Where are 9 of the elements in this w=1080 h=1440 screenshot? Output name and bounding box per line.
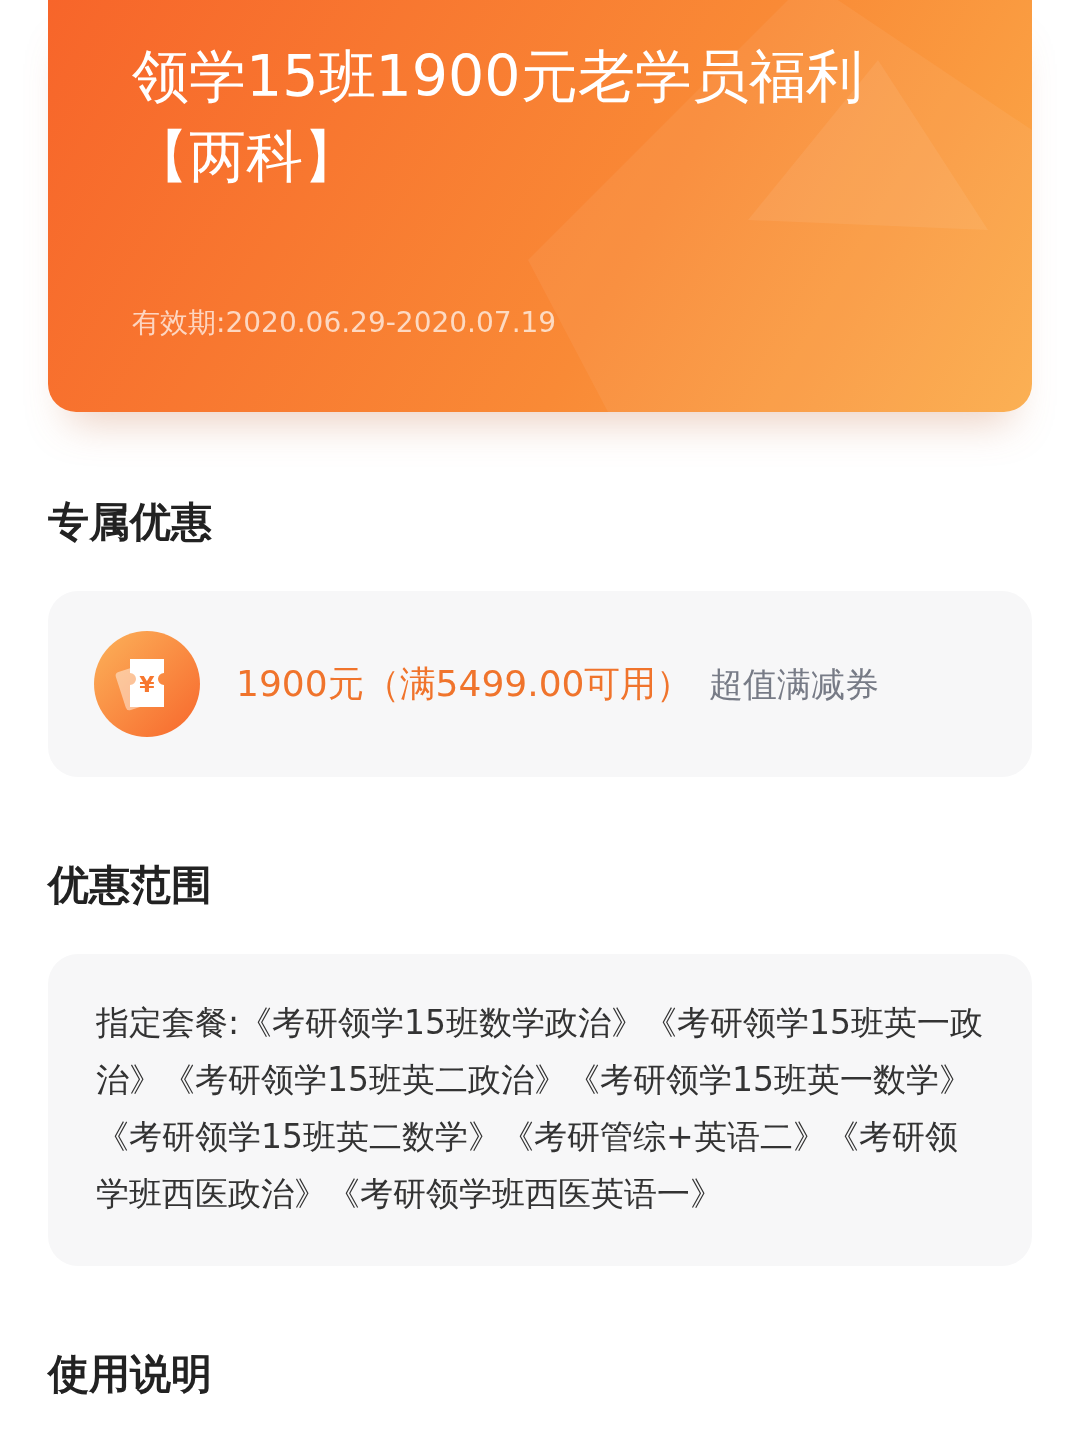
ticket-icon: ¥ [94, 631, 200, 738]
coupon-amount: 1900元（满5499.00可用） [236, 662, 693, 707]
scope-text: 指定套餐:《考研领学15班数学政治》《考研领学15班英一政治》《考研领学15班英二政治》《考研领学15班英一数学》《考研领学15班英二数学》《考研管综+英语二》《考研领学班西医政治》《考研领学班西医英语一》 [96, 1002, 984, 1216]
banner-title: 领学15班1900元老学员福利【两科】 [132, 42, 864, 191]
section-heading: 优惠范围 [48, 861, 213, 911]
coupon-label: 超值满减券 [708, 662, 879, 706]
section-heading: 使用说明 [48, 1350, 213, 1400]
validity-text: 有效期:2020.06.29-2020.07.19 [132, 305, 558, 341]
section-heading: 专属优惠 [48, 498, 213, 548]
